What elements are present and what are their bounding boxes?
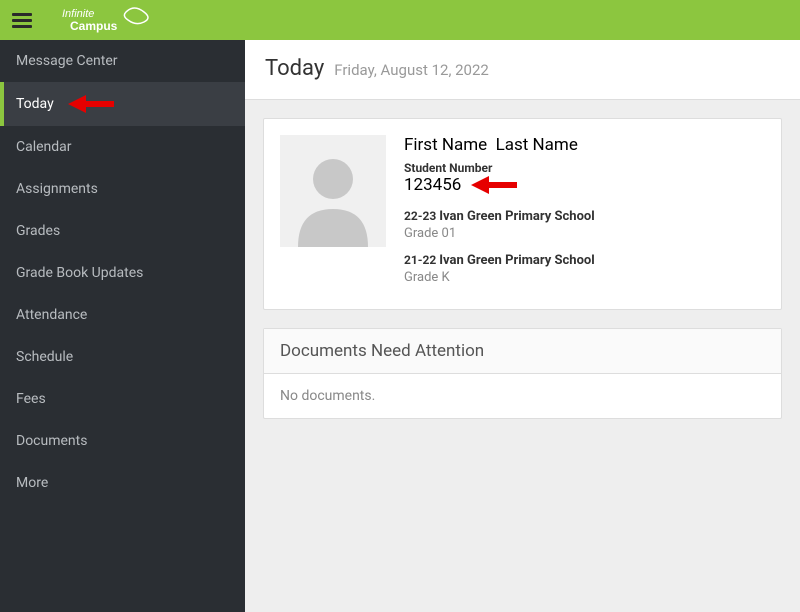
hamburger-menu-icon[interactable] — [10, 8, 34, 32]
student-number-value: 123456 — [404, 175, 461, 195]
documents-card: Documents Need Attention No documents. — [263, 328, 782, 419]
sidebar-item-label: Attendance — [16, 307, 87, 323]
enrollment-school: Ivan Green Primary School — [439, 209, 594, 224]
sidebar-item-calendar[interactable]: Calendar — [0, 126, 245, 168]
annotation-arrow-icon — [64, 95, 114, 113]
app-header: Infinite Campus — [0, 0, 800, 40]
student-card: First Name Last Name Student Number 1234… — [263, 118, 782, 310]
sidebar-item-documents[interactable]: Documents — [0, 420, 245, 462]
sidebar-item-label: Calendar — [16, 139, 72, 155]
sidebar-item-attendance[interactable]: Attendance — [0, 294, 245, 336]
sidebar-item-label: More — [16, 475, 48, 491]
student-info: First Name Last Name Student Number 1234… — [404, 135, 765, 293]
sidebar-item-label: Documents — [16, 433, 87, 449]
sidebar-item-label: Fees — [16, 391, 46, 407]
last-name: Last Name — [496, 135, 578, 155]
brand-logo[interactable]: Infinite Campus — [62, 6, 162, 34]
enrollment-grade: Grade 01 — [404, 226, 765, 241]
enrollment-item: 22-23 Ivan Green Primary School Grade 01 — [404, 205, 765, 241]
sidebar-item-label: Schedule — [16, 349, 73, 365]
sidebar-item-fees[interactable]: Fees — [0, 378, 245, 420]
main-content: Today Friday, August 12, 2022 First Name… — [245, 40, 800, 612]
enrollment-grade: Grade K — [404, 270, 765, 285]
documents-empty-text: No documents. — [264, 374, 781, 418]
page-header: Today Friday, August 12, 2022 — [245, 40, 800, 100]
sidebar-item-label: Grade Book Updates — [16, 265, 143, 281]
student-number-row: 123456 — [404, 175, 765, 195]
sidebar-item-schedule[interactable]: Schedule — [0, 336, 245, 378]
sidebar-item-more[interactable]: More — [0, 462, 245, 504]
enrollment-item: 21-22 Ivan Green Primary School Grade K — [404, 249, 765, 285]
sidebar: Message Center Today Calendar Assignments Gr… — [0, 40, 245, 612]
sidebar-item-grades[interactable]: Grades — [0, 210, 245, 252]
sidebar-item-label: Today — [16, 96, 54, 112]
annotation-arrow-icon — [467, 176, 517, 194]
enrollment-school: Ivan Green Primary School — [439, 253, 594, 268]
page-title: Today — [265, 56, 324, 81]
documents-header: Documents Need Attention — [264, 329, 781, 374]
sidebar-item-grade-book-updates[interactable]: Grade Book Updates — [0, 252, 245, 294]
student-number-label: Student Number — [404, 161, 765, 175]
page-date: Friday, August 12, 2022 — [334, 61, 489, 79]
avatar-placeholder-icon — [280, 135, 386, 247]
sidebar-item-assignments[interactable]: Assignments — [0, 168, 245, 210]
sidebar-item-label: Message Center — [16, 53, 118, 69]
sidebar-item-label: Grades — [16, 223, 60, 239]
enrollment-year: 21-22 — [404, 253, 439, 267]
first-name: First Name — [404, 135, 487, 155]
svg-text:Campus: Campus — [70, 19, 118, 33]
sidebar-item-message-center[interactable]: Message Center — [0, 40, 245, 82]
sidebar-item-today[interactable]: Today — [0, 82, 245, 126]
enrollment-year: 22-23 — [404, 209, 439, 223]
sidebar-item-label: Assignments — [16, 181, 98, 197]
student-name: First Name Last Name — [404, 135, 765, 155]
